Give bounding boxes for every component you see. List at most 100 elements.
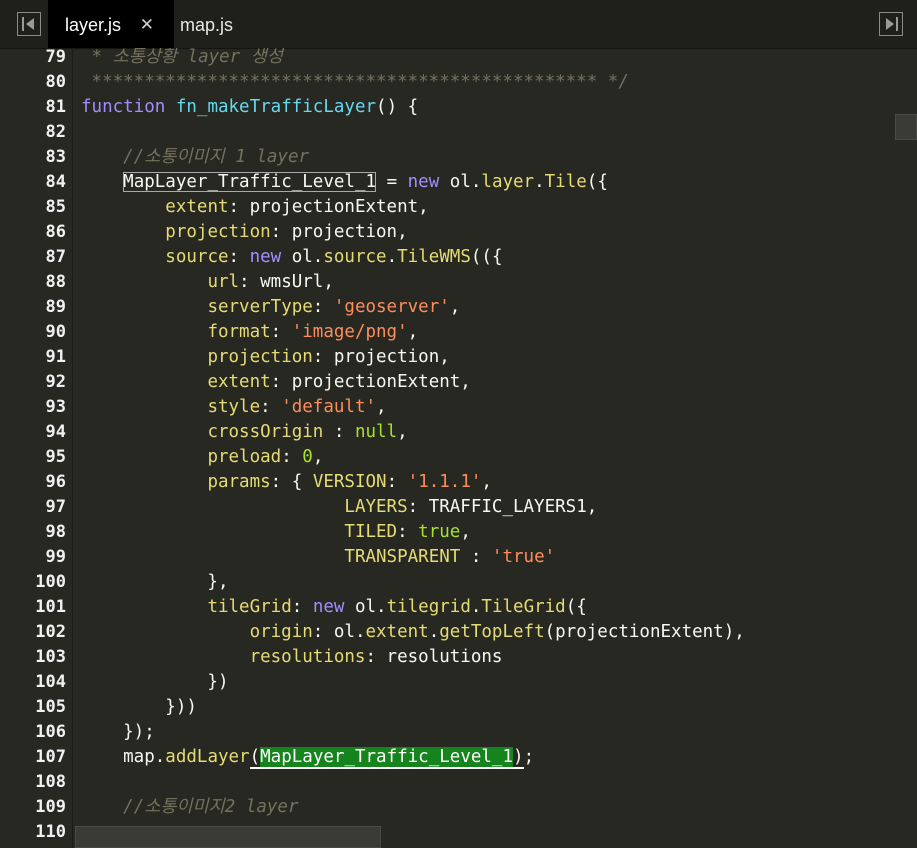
line-number: 100 <box>35 572 66 592</box>
line-number: 82 <box>45 122 66 142</box>
code-line[interactable]: extent: projectionExtent, <box>81 195 429 220</box>
code-token: 0 <box>302 447 313 467</box>
code-token: //소통이미지2 layer <box>123 797 299 817</box>
line-number: 86 <box>45 222 66 242</box>
code-line[interactable]: TRANSPARENT : 'true' <box>81 545 555 570</box>
code-line[interactable]: params: { VERSION: '1.1.1', <box>81 470 492 495</box>
code-line[interactable]: ****************************************… <box>81 70 629 95</box>
line-number: 94 <box>45 422 66 442</box>
code-token: : projectionExtent, <box>270 372 471 392</box>
line-number: 97 <box>45 497 66 517</box>
code-token: params <box>207 472 271 492</box>
code-line[interactable]: projection: projection, <box>81 345 449 370</box>
code-token: origin <box>249 622 313 642</box>
code-token: extent <box>165 197 229 217</box>
code-token: serverType <box>207 297 313 317</box>
code-token: () { <box>376 97 419 117</box>
code-token: = <box>376 172 408 192</box>
code-token: ****************************************… <box>81 72 629 92</box>
code-token: , <box>376 397 387 417</box>
code-line[interactable]: source: new ol.source.TileWMS(({ <box>81 245 503 270</box>
code-token: , <box>449 297 461 317</box>
code-token: style <box>207 397 261 417</box>
code-line[interactable]: TILED: true, <box>81 520 471 545</box>
code-line[interactable]: //소통이미지2 layer <box>81 795 298 820</box>
code-token: . <box>386 247 398 267</box>
code-line[interactable]: }); <box>81 720 155 745</box>
code-token: MapLayer_Traffic_Level_1 <box>123 172 377 192</box>
line-number: 109 <box>35 797 66 817</box>
code-line[interactable]: url: wmsUrl, <box>81 270 333 295</box>
code-token: (({ <box>470 247 503 267</box>
line-number: 85 <box>45 197 66 217</box>
code-line[interactable]: resolutions: resolutions <box>81 645 503 670</box>
code-token: ( <box>249 747 261 769</box>
code-line[interactable]: })) <box>81 695 197 720</box>
code-token: function <box>81 97 166 117</box>
code-line[interactable]: MapLayer_Traffic_Level_1 = new ol.layer.… <box>81 170 608 195</box>
code-line[interactable]: style: 'default', <box>81 395 387 420</box>
code-line[interactable]: * 소통상황 layer 생성 <box>81 48 283 70</box>
tab-label: map.js <box>180 15 234 35</box>
code-token: getTopLeft <box>439 622 545 642</box>
tab-close-icon[interactable]: ✕ <box>140 0 154 50</box>
line-number-gutter: 79 80 81 82 83 84 85 86 87 88 89 90 91 92 93 94 95 96 97 98… <box>0 48 73 848</box>
code-line[interactable]: tileGrid: new ol.tilegrid.TileGrid({ <box>81 595 586 620</box>
code-token: crossOrigin <box>207 422 324 442</box>
code-line[interactable]: projection: projection, <box>81 220 407 245</box>
code-line[interactable]: map.addLayer(MapLayer_Traffic_Level_1); <box>81 745 534 770</box>
code-token: (projectionExtent), <box>544 622 745 642</box>
tab-scroll-right-button[interactable] <box>879 12 903 36</box>
code-token: * 소통상황 layer 생성 <box>81 48 283 67</box>
code-token: : ol. <box>312 622 366 642</box>
tab-layer-js[interactable]: layer.js ✕ <box>48 0 174 48</box>
tab-map-js[interactable]: map.js <box>163 0 247 48</box>
tab-scroll-left-button[interactable] <box>17 12 41 36</box>
code-token: : projectionExtent, <box>228 197 429 217</box>
code-line[interactable]: preload: 0, <box>81 445 323 470</box>
code-line[interactable]: serverType: 'geoserver', <box>81 295 460 320</box>
code-line[interactable]: function fn_makeTrafficLayer() { <box>81 95 418 120</box>
code-line[interactable]: //소통이미지 1 layer <box>81 145 309 170</box>
code-token: new <box>312 597 345 617</box>
code-token: ; <box>523 747 535 767</box>
line-number: 84 <box>45 172 66 192</box>
code-line[interactable]: }) <box>81 670 229 695</box>
code-line[interactable]: LAYERS: TRAFFIC_LAYERS1, <box>81 495 597 520</box>
code-token: ol. <box>281 247 324 267</box>
line-number: 83 <box>45 147 66 167</box>
line-number: 80 <box>45 72 66 92</box>
line-number: 88 <box>45 272 66 292</box>
vertical-scrollbar-thumb[interactable] <box>895 114 917 140</box>
code-token: extent <box>365 622 429 642</box>
horizontal-scrollbar-thumb[interactable] <box>75 826 381 848</box>
code-token: , <box>460 522 471 542</box>
code-line[interactable]: extent: projectionExtent, <box>81 370 471 395</box>
code-editor[interactable]: 79 80 81 82 83 84 85 86 87 88 89 90 91 92 93 94 95 96 97 98… <box>0 48 917 848</box>
tab-bar: layer.js ✕ map.js <box>0 0 917 49</box>
code-line[interactable]: }, <box>81 570 228 595</box>
line-number: 93 <box>45 397 66 417</box>
code-token: : <box>397 522 419 542</box>
code-token: : <box>281 447 303 467</box>
code-token: : <box>291 597 313 617</box>
code-line[interactable]: format: 'image/png', <box>81 320 418 345</box>
code-line[interactable]: origin: ol.extent.getTopLeft(projectionE… <box>81 620 745 645</box>
code-token: . <box>534 172 545 192</box>
code-token: : <box>312 297 334 317</box>
code-line[interactable]: crossOrigin : null, <box>81 420 408 445</box>
line-number: 96 <box>45 472 66 492</box>
code-token: , <box>397 422 408 442</box>
line-number: 95 <box>45 447 66 467</box>
code-token: : <box>386 472 408 492</box>
code-token: . <box>470 597 482 617</box>
code-token: }) <box>81 672 229 692</box>
code-token: map. <box>81 747 166 767</box>
